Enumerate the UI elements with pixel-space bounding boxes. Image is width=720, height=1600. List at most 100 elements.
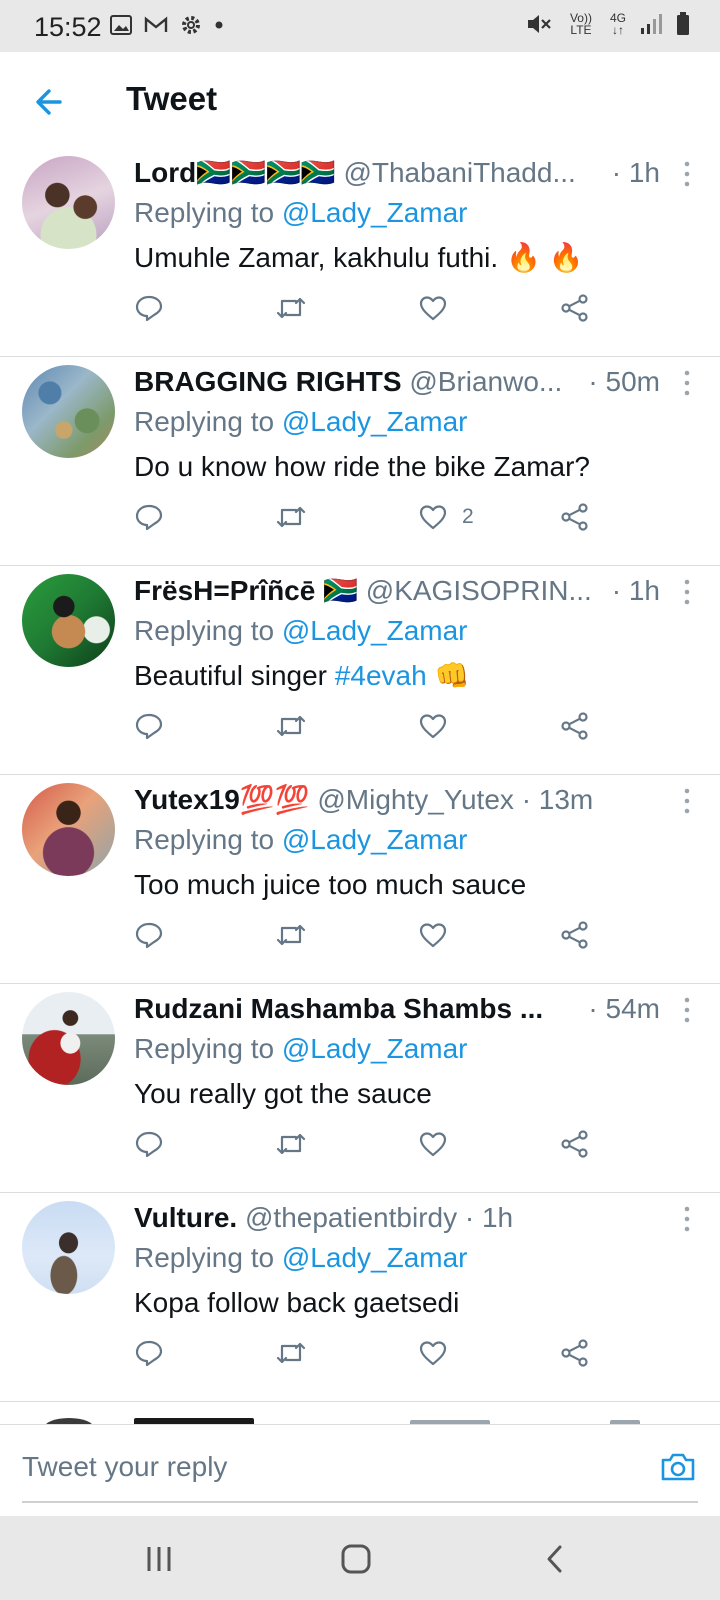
- retweet-button[interactable]: [274, 1124, 308, 1164]
- user-handle[interactable]: @Mighty_Yutex: [317, 784, 514, 815]
- replying-to: Replying to @Lady_Zamar: [134, 612, 467, 650]
- mention-link[interactable]: @Lady_Zamar: [282, 1242, 468, 1273]
- user-handle[interactable]: @Brianwo...: [409, 366, 562, 397]
- tweet-text: Umuhle Zamar, kakhulu futhi. 🔥 🔥: [134, 238, 583, 278]
- reply-button[interactable]: [134, 1333, 164, 1373]
- reply-tweet[interactable]: Lord🇿🇦🇿🇦🇿🇦🇿🇦 @ThabaniThadd... · 1h Reply…: [0, 148, 720, 357]
- camera-button[interactable]: [658, 1447, 698, 1487]
- like-button[interactable]: 2: [418, 497, 474, 537]
- page-title: Tweet: [126, 80, 218, 117]
- tweet-header: Yutex19💯💯 @Mighty_Yutex · 13m: [134, 781, 634, 819]
- user-name[interactable]: Rudzani Mashamba Shambs ...: [134, 993, 543, 1024]
- home-button[interactable]: [338, 1542, 374, 1576]
- more-options-icon[interactable]: [680, 787, 694, 815]
- avatar[interactable]: [22, 156, 115, 249]
- tweet-time: · 1h: [611, 157, 660, 188]
- reply-button[interactable]: [134, 706, 164, 746]
- mention-link[interactable]: @Lady_Zamar: [282, 824, 468, 855]
- reply-button[interactable]: [134, 497, 164, 537]
- avatar[interactable]: [22, 1201, 115, 1294]
- reply-input[interactable]: Tweet your reply: [22, 1451, 227, 1483]
- mention-link[interactable]: @Lady_Zamar: [282, 1033, 468, 1064]
- reply-icon: [135, 504, 163, 531]
- avatar[interactable]: [22, 365, 115, 458]
- user-flags: 💯💯: [239, 784, 310, 815]
- user-name[interactable]: Yutex19: [134, 784, 240, 815]
- battery-icon: [677, 12, 689, 35]
- user-name[interactable]: Lord: [134, 157, 196, 188]
- gmail-icon: [144, 16, 168, 32]
- more-options-icon[interactable]: [680, 996, 694, 1024]
- back-button[interactable]: [30, 82, 70, 122]
- volte-icon: Vo)) LTE: [569, 11, 592, 37]
- share-button[interactable]: [560, 497, 590, 537]
- share-icon: [561, 294, 588, 322]
- reply-button[interactable]: [134, 288, 164, 328]
- retweet-button[interactable]: [274, 915, 308, 955]
- retweet-button[interactable]: [274, 706, 308, 746]
- tweet-text-content: Kopa follow back gaetsedi: [134, 1287, 460, 1318]
- retweet-icon: [276, 506, 306, 528]
- mention-link[interactable]: @Lady_Zamar: [282, 406, 468, 437]
- tweet-text-content: You really got the sauce: [134, 1078, 432, 1109]
- status-bar: 15:52 Vo)) LTE 4G ↓↑: [0, 0, 720, 52]
- replying-to-label: Replying to: [134, 824, 275, 855]
- more-options-icon[interactable]: [680, 369, 694, 397]
- reply-tweet[interactable]: Rudzani Mashamba Shambs ... · 54m Replyi…: [0, 984, 720, 1193]
- reply-compose-bar: Tweet your reply: [0, 1424, 720, 1517]
- share-button[interactable]: [560, 706, 590, 746]
- user-handle[interactable]: @ThabaniThadd...: [343, 157, 575, 188]
- share-icon: [561, 1339, 588, 1367]
- tweet-text-content: Umuhle Zamar, kakhulu futhi. 🔥 🔥: [134, 242, 584, 273]
- replying-to: Replying to @Lady_Zamar: [134, 1030, 467, 1068]
- like-button[interactable]: [418, 915, 462, 955]
- reply-tweet[interactable]: Vulture. @thepatientbirdy · 1h Replying …: [0, 1193, 720, 1402]
- avatar[interactable]: [22, 992, 115, 1085]
- camera-icon: [661, 1453, 695, 1481]
- share-button[interactable]: [560, 1124, 590, 1164]
- reply-tweet[interactable]: Yutex19💯💯 @Mighty_Yutex · 13m Replying t…: [0, 775, 720, 984]
- tweet-text-content: Too much juice too much sauce: [134, 869, 527, 900]
- reply-button[interactable]: [134, 915, 164, 955]
- avatar[interactable]: [22, 783, 115, 876]
- replying-to: Replying to @Lady_Zamar: [134, 194, 467, 232]
- replying-to: Replying to @Lady_Zamar: [134, 1239, 467, 1277]
- user-name[interactable]: Vulture.: [134, 1202, 237, 1233]
- hashtag-link[interactable]: #4evah: [335, 660, 427, 691]
- avatar[interactable]: [22, 574, 115, 667]
- reply-button[interactable]: [134, 1124, 164, 1164]
- like-button[interactable]: [418, 1124, 462, 1164]
- tweet-header: BRAGGING RIGHTS @Brianwo...: [134, 363, 634, 401]
- user-name[interactable]: BRAGGING RIGHTS: [134, 366, 402, 397]
- share-button[interactable]: [560, 1333, 590, 1373]
- more-options-icon[interactable]: [680, 1205, 694, 1233]
- replying-to-label: Replying to: [134, 1242, 275, 1273]
- like-button[interactable]: [418, 1333, 462, 1373]
- more-options-icon[interactable]: [680, 578, 694, 606]
- mention-link[interactable]: @Lady_Zamar: [282, 197, 468, 228]
- retweet-button[interactable]: [274, 288, 308, 328]
- share-icon: [561, 921, 588, 949]
- user-name[interactable]: FrësH=Prîñcē: [134, 575, 315, 606]
- system-back-button[interactable]: [538, 1542, 574, 1576]
- like-button[interactable]: [418, 706, 462, 746]
- replying-to-label: Replying to: [134, 406, 275, 437]
- share-button[interactable]: [560, 288, 590, 328]
- reply-tweet[interactable]: BRAGGING RIGHTS @Brianwo... · 50m Replyi…: [0, 357, 720, 566]
- tweet-header: Vulture. @thepatientbirdy · 1h: [134, 1199, 634, 1237]
- user-flags: 🇿🇦🇿🇦🇿🇦🇿🇦: [196, 157, 336, 188]
- retweet-button[interactable]: [274, 1333, 308, 1373]
- user-flags: 🇿🇦: [323, 575, 358, 606]
- heart-icon: [419, 1132, 447, 1157]
- mention-link[interactable]: @Lady_Zamar: [282, 615, 468, 646]
- like-button[interactable]: [418, 288, 462, 328]
- more-options-icon[interactable]: [680, 160, 694, 188]
- user-handle[interactable]: @thepatientbirdy: [245, 1202, 457, 1233]
- retweet-icon: [276, 715, 306, 737]
- reply-tweet[interactable]: FrësH=Prîñcē 🇿🇦 @KAGISOPRIN... · 1h Repl…: [0, 566, 720, 775]
- user-handle[interactable]: @KAGISOPRIN...: [366, 575, 592, 606]
- recent-apps-button[interactable]: [142, 1542, 178, 1576]
- share-button[interactable]: [560, 915, 590, 955]
- retweet-button[interactable]: [274, 497, 308, 537]
- tweet-actions: [134, 915, 614, 955]
